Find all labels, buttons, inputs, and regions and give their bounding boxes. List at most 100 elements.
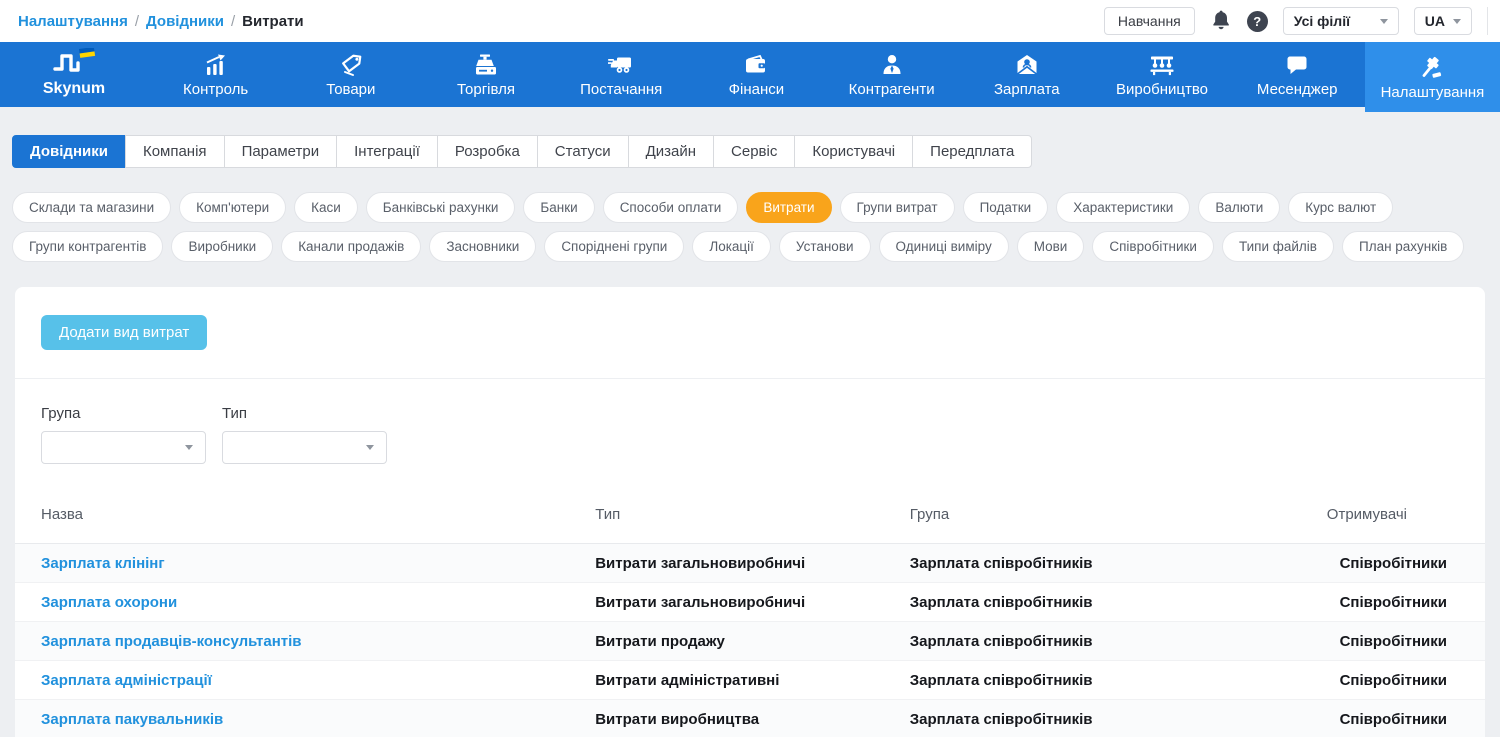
nav-item-goods[interactable]: Товари: [283, 42, 418, 107]
tab-design[interactable]: Дизайн: [628, 135, 714, 168]
breadcrumb: Налаштування / Довідники / Витрати: [18, 13, 304, 30]
expense-type-cell: Витрати продажу: [569, 622, 884, 661]
table-row: Зарплата продавців-консультантів Витрати…: [15, 622, 1485, 661]
branch-select[interactable]: Усі філії: [1283, 7, 1399, 35]
nav-item-settings[interactable]: Налаштування: [1365, 42, 1500, 112]
expense-group-cell: Зарплата співробітників: [884, 700, 1222, 737]
add-expense-type-button[interactable]: Додати вид витрат: [41, 315, 207, 350]
pill-taxes[interactable]: Податки: [963, 192, 1049, 223]
pill-warehouses[interactable]: Склади та магазини: [12, 192, 171, 223]
language-select[interactable]: UA: [1414, 7, 1472, 35]
pill-institutions[interactable]: Установи: [779, 231, 871, 262]
tab-service[interactable]: Сервіс: [713, 135, 795, 168]
expense-link[interactable]: Зарплата продавців-консультантів: [41, 633, 302, 650]
pill-founders[interactable]: Засновники: [429, 231, 536, 262]
pill-chart-of-accounts[interactable]: План рахунків: [1342, 231, 1464, 262]
expense-recipients-cell: Співробітники: [1222, 700, 1485, 737]
topbar-divider: [1487, 7, 1488, 35]
chat-bubble-icon: [1285, 51, 1309, 77]
column-header-recipients: Отримувачі: [1222, 494, 1485, 544]
expense-link[interactable]: Зарплата клінінг: [41, 555, 165, 572]
pill-banks[interactable]: Банки: [523, 192, 594, 223]
expense-group-cell: Зарплата співробітників: [884, 583, 1222, 622]
nav-item-supply[interactable]: Постачання: [554, 42, 689, 107]
group-filter-select[interactable]: [41, 431, 206, 464]
chevron-down-icon: [185, 445, 193, 450]
chevron-down-icon: [366, 445, 374, 450]
breadcrumb-separator: /: [231, 13, 235, 30]
pill-contractor-groups[interactable]: Групи контрагентів: [12, 231, 163, 262]
nav-item-finance[interactable]: Фінанси: [689, 42, 824, 107]
pill-characteristics[interactable]: Характеристики: [1056, 192, 1190, 223]
pill-units-of-measure[interactable]: Одиниці виміру: [879, 231, 1009, 262]
pill-locations[interactable]: Локації: [692, 231, 771, 262]
top-bar: Налаштування / Довідники / Витрати Навча…: [0, 0, 1500, 42]
pill-computers[interactable]: Комп'ютери: [179, 192, 286, 223]
expense-link[interactable]: Зарплата охорони: [41, 594, 177, 611]
expense-type-cell: Витрати загальновиробничі: [569, 544, 884, 583]
pill-cash-registers[interactable]: Каси: [294, 192, 358, 223]
table-header-row: Назва Тип Група Отримувачі: [15, 494, 1485, 544]
nav-item-control[interactable]: Контроль: [148, 42, 283, 107]
expense-group-cell: Зарплата співробітників: [884, 544, 1222, 583]
tab-company[interactable]: Компанія: [125, 135, 225, 168]
expense-group-cell: Зарплата співробітників: [884, 622, 1222, 661]
type-filter-label: Тип: [222, 405, 387, 422]
nav-item-trade[interactable]: Торгівля: [418, 42, 553, 107]
column-header-group: Група: [884, 494, 1222, 544]
help-icon[interactable]: ?: [1247, 11, 1268, 32]
tab-parameters[interactable]: Параметри: [224, 135, 338, 168]
tab-directories[interactable]: Довідники: [12, 135, 126, 168]
breadcrumb-current: Витрати: [242, 13, 303, 30]
nav-item-production[interactable]: Виробництво: [1094, 42, 1229, 107]
pill-employees[interactable]: Співробітники: [1092, 231, 1214, 262]
pill-expenses[interactable]: Витрати: [746, 192, 831, 223]
pill-sales-channels[interactable]: Канали продажів: [281, 231, 421, 262]
pill-bank-accounts[interactable]: Банківські рахунки: [366, 192, 516, 223]
gavel-icon: [1420, 54, 1444, 80]
salary-envelope-icon: [1015, 51, 1039, 77]
breadcrumb-link-directories[interactable]: Довідники: [146, 13, 224, 30]
tab-development[interactable]: Розробка: [437, 135, 538, 168]
nav-item-salary[interactable]: Зарплата: [959, 42, 1094, 107]
branch-select-value: Усі філії: [1294, 13, 1350, 29]
expense-recipients-cell: Співробітники: [1222, 661, 1485, 700]
pill-file-types[interactable]: Типи файлів: [1222, 231, 1334, 262]
tab-subscription[interactable]: Передплата: [912, 135, 1032, 168]
table-row: Зарплата пакувальників Витрати виробницт…: [15, 700, 1485, 737]
type-filter-select[interactable]: [222, 431, 387, 464]
expense-recipients-cell: Співробітники: [1222, 622, 1485, 661]
delivery-truck-icon: [608, 51, 634, 77]
bell-icon[interactable]: [1210, 10, 1232, 32]
tab-users[interactable]: Користувачі: [794, 135, 913, 168]
pulse-logo-icon: [52, 52, 96, 78]
chevron-down-icon: [1380, 19, 1388, 24]
pill-exchange-rates[interactable]: Курс валют: [1288, 192, 1393, 223]
training-button[interactable]: Навчання: [1104, 7, 1195, 35]
expense-type-cell: Витрати загальновиробничі: [569, 583, 884, 622]
column-header-type: Тип: [569, 494, 884, 544]
growth-chart-icon: [204, 51, 228, 77]
person-icon: [880, 51, 904, 77]
nav-item-messenger[interactable]: Месенджер: [1230, 42, 1365, 107]
nav-item-contractors[interactable]: Контрагенти: [824, 42, 959, 107]
pill-expense-groups[interactable]: Групи витрат: [840, 192, 955, 223]
table-row: Зарплата охорони Витрати загальновиробни…: [15, 583, 1485, 622]
language-select-value: UA: [1425, 13, 1445, 29]
brand-logo[interactable]: Skynum: [0, 42, 148, 107]
group-filter-label: Група: [41, 405, 206, 422]
pill-currencies[interactable]: Валюти: [1198, 192, 1280, 223]
tab-integrations[interactable]: Інтеграції: [336, 135, 438, 168]
pill-manufacturers[interactable]: Виробники: [171, 231, 273, 262]
expenses-table: Назва Тип Група Отримувачі Зарплата клін…: [15, 494, 1485, 737]
breadcrumb-link-settings[interactable]: Налаштування: [18, 13, 128, 30]
pill-payment-methods[interactable]: Способи оплати: [603, 192, 739, 223]
expense-type-cell: Витрати адміністративні: [569, 661, 884, 700]
expense-link[interactable]: Зарплата адміністрації: [41, 672, 212, 689]
pill-related-groups[interactable]: Споріднені групи: [544, 231, 684, 262]
expenses-card: Додати вид витрат Група Тип Назва Тип Гр…: [15, 287, 1485, 737]
pill-languages[interactable]: Мови: [1017, 231, 1085, 262]
tab-statuses[interactable]: Статуси: [537, 135, 629, 168]
expense-link[interactable]: Зарплата пакувальників: [41, 711, 223, 728]
price-tag-icon: [339, 51, 363, 77]
